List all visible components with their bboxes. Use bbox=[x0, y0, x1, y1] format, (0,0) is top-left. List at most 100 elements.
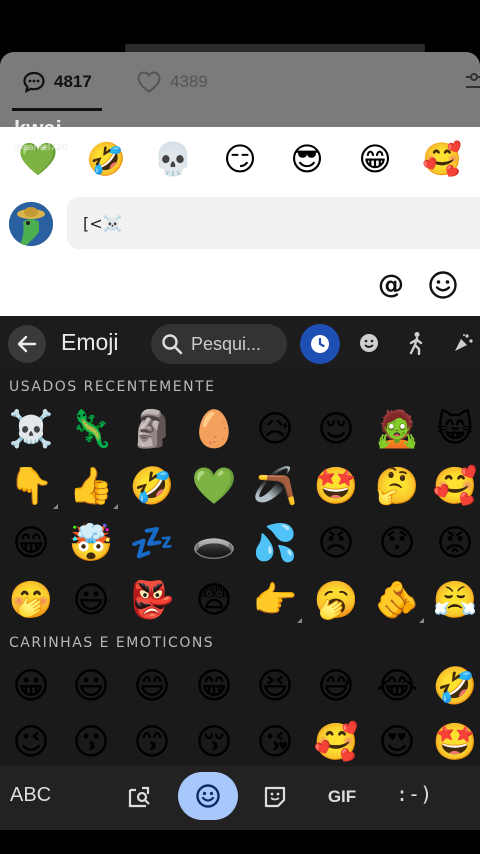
emoji-key[interactable]: 🥱 bbox=[305, 573, 367, 629]
category-smileys[interactable] bbox=[356, 330, 382, 356]
smiley-category-icon bbox=[360, 334, 378, 352]
emoji-key[interactable]: 😃 bbox=[60, 573, 122, 629]
emoji-key[interactable]: 🤔 bbox=[366, 459, 428, 515]
sticker-search-icon bbox=[128, 786, 150, 808]
emoji-key[interactable]: 😯 bbox=[366, 516, 428, 572]
emoji-key[interactable]: 😸 bbox=[424, 402, 480, 458]
keyboard-bottom-bar: ABC GIF :-) bbox=[0, 766, 480, 830]
quick-emoji[interactable]: 😎 bbox=[285, 137, 329, 181]
tab-comments[interactable]: 4817 bbox=[22, 68, 92, 96]
emoji-key[interactable]: 😃 bbox=[60, 659, 122, 715]
emoji-key[interactable]: 🤣 bbox=[424, 659, 480, 715]
emoji-key[interactable]: 😍 bbox=[366, 715, 428, 771]
video-sliver bbox=[125, 44, 425, 52]
gif-button[interactable]: GIF bbox=[322, 780, 362, 814]
smiley-icon bbox=[196, 784, 220, 808]
emoji-key[interactable]: 🤯 bbox=[60, 516, 122, 572]
search-placeholder: Pesqui... bbox=[191, 333, 262, 354]
category-people[interactable] bbox=[403, 330, 429, 356]
comment-icon bbox=[23, 71, 45, 94]
emoji-key[interactable]: 😡 bbox=[424, 516, 480, 572]
emoji-key[interactable]: 🥰 bbox=[424, 459, 480, 515]
watermark-user: @camel720 bbox=[14, 143, 68, 153]
person-walking-icon bbox=[409, 332, 423, 355]
emoji-key[interactable]: 🤭 bbox=[0, 573, 62, 629]
comment-composer: 💚 🤣 💀 😏 😎 😁 🥰 [<☠️ @ bbox=[0, 127, 480, 316]
emoji-key[interactable]: 😆 bbox=[244, 659, 306, 715]
emoji-key[interactable]: 😁 bbox=[0, 516, 62, 572]
sticker-button[interactable] bbox=[258, 780, 292, 814]
emoji-tab[interactable] bbox=[178, 772, 238, 820]
emoji-key[interactable]: 🦎 bbox=[60, 402, 122, 458]
quick-emoji-bar: 💚 🤣 💀 😏 😎 😁 🥰 bbox=[0, 137, 480, 185]
quick-emoji[interactable]: 😁 bbox=[353, 137, 397, 181]
emoji-key[interactable]: 😌 bbox=[305, 402, 367, 458]
emoji-key[interactable]: 🫵 bbox=[366, 573, 428, 629]
section-recent-label: USADOS RECENTEMENTE bbox=[9, 379, 216, 395]
emoji-key[interactable]: 🧟 bbox=[366, 402, 428, 458]
avatar[interactable] bbox=[9, 202, 53, 246]
tab-likes[interactable]: 4389 bbox=[136, 68, 208, 96]
quick-emoji[interactable]: 😏 bbox=[218, 137, 262, 181]
emoji-key[interactable]: 🗿 bbox=[121, 402, 183, 458]
emoji-key[interactable]: 😤 bbox=[424, 573, 480, 629]
emoji-key[interactable]: 😉 bbox=[0, 715, 62, 771]
emoji-key[interactable]: 😚 bbox=[183, 715, 245, 771]
emoji-key[interactable]: 💚 bbox=[183, 459, 245, 515]
arrow-left-icon bbox=[17, 335, 37, 353]
emoji-key[interactable]: 👇 bbox=[0, 459, 62, 515]
confetti-icon bbox=[455, 334, 473, 351]
sticker-icon bbox=[264, 786, 286, 808]
emoji-key[interactable]: 😙 bbox=[121, 715, 183, 771]
emoji-key[interactable]: 😠 bbox=[305, 516, 367, 572]
emoji-key[interactable]: 🤩 bbox=[305, 459, 367, 515]
category-activities[interactable] bbox=[450, 330, 476, 356]
emoji-search-field[interactable]: Pesqui... bbox=[151, 324, 287, 364]
emoji-key[interactable]: 😄 bbox=[121, 659, 183, 715]
emoji-key[interactable]: 😥 bbox=[244, 402, 306, 458]
mention-button[interactable]: @ bbox=[376, 270, 406, 300]
emoji-key[interactable]: 🤣 bbox=[121, 459, 183, 515]
status-area bbox=[0, 0, 480, 52]
category-recent[interactable] bbox=[300, 324, 340, 364]
quick-emoji[interactable]: 💀 bbox=[151, 137, 195, 181]
emoji-key[interactable]: 👺 bbox=[121, 573, 183, 629]
emoji-key[interactable]: ☠️ bbox=[0, 402, 62, 458]
quick-emoji[interactable]: 🤣 bbox=[84, 137, 128, 181]
comment-input[interactable]: [<☠️ bbox=[67, 197, 480, 249]
emoji-key[interactable]: 👍 bbox=[60, 459, 122, 515]
keyboard-toolbar: Emoji Pesqui... bbox=[0, 316, 480, 370]
likes-count: 4389 bbox=[170, 72, 208, 91]
filter-icon[interactable] bbox=[466, 70, 480, 94]
lizard-avatar-icon bbox=[9, 202, 53, 246]
watermark-logo: kwai bbox=[14, 116, 62, 141]
emoji-key[interactable]: 😘 bbox=[244, 715, 306, 771]
emoji-key[interactable]: 😅 bbox=[305, 659, 367, 715]
sticker-search-button[interactable] bbox=[122, 780, 156, 814]
emoji-key[interactable]: 💤 bbox=[121, 516, 183, 572]
emoji-key[interactable]: 😨 bbox=[183, 573, 245, 629]
emoji-toggle-icon[interactable] bbox=[428, 270, 458, 300]
quick-emoji[interactable]: 🥰 bbox=[420, 137, 464, 181]
emoji-key[interactable]: 🪃 bbox=[244, 459, 306, 515]
section-smileys-label: CARINHAS E EMOTICONS bbox=[9, 635, 215, 651]
emoticon-button[interactable]: :-) bbox=[396, 782, 432, 806]
emoji-key[interactable]: 😁 bbox=[183, 659, 245, 715]
emoji-key[interactable]: 🤩 bbox=[424, 715, 480, 771]
emoji-key[interactable]: 🕳️ bbox=[183, 516, 245, 572]
emoji-key[interactable]: 😀 bbox=[0, 659, 62, 715]
emoji-key[interactable]: 😗 bbox=[60, 715, 122, 771]
system-nav-bar bbox=[0, 830, 480, 854]
comments-sheet-header: 4817 4389 bbox=[0, 52, 480, 127]
emoji-key[interactable]: 😂 bbox=[366, 659, 428, 715]
emoji-keyboard: Emoji Pesqui... USADOS RECENTEMENTE ☠️ 🦎… bbox=[0, 316, 480, 854]
emoji-key[interactable]: 🥚 bbox=[183, 402, 245, 458]
emoji-key[interactable]: 💦 bbox=[244, 516, 306, 572]
abc-button[interactable]: ABC bbox=[10, 784, 51, 807]
comments-count: 4817 bbox=[54, 72, 92, 91]
keyboard-title: Emoji bbox=[61, 329, 119, 355]
emoji-key[interactable]: 🥰 bbox=[305, 715, 367, 771]
back-button[interactable] bbox=[8, 325, 46, 363]
heart-icon bbox=[137, 71, 161, 93]
emoji-key[interactable]: 👉 bbox=[244, 573, 306, 629]
